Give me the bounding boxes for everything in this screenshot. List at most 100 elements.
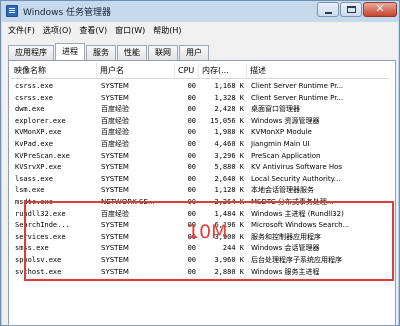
process-memory: 1,168 K <box>214 82 244 90</box>
column-header-memory[interactable]: 内存(... <box>199 63 247 79</box>
menu-options[interactable]: 选项(O) <box>43 25 72 36</box>
process-description: PreScan Application <box>251 151 321 160</box>
process-user: SYSTEM <box>101 82 129 90</box>
process-description: 桌面窗口管理器 <box>251 105 300 114</box>
column-header-image-name[interactable]: 映像名称 <box>11 63 97 79</box>
process-row[interactable]: smss.exe SYSTEM 00 244 K Windows 会话管理器 <box>11 243 391 255</box>
process-row[interactable]: dwm.exe 百度经验 00 2,428 K 桌面窗口管理器 <box>11 104 391 116</box>
process-name: rundll32.exe <box>15 209 66 218</box>
process-description: Windows 资源管理器 <box>251 116 320 125</box>
process-cpu: 00 <box>187 267 196 276</box>
process-name: dwm.exe <box>15 105 45 114</box>
column-header-user-name[interactable]: 用户名 <box>97 63 175 79</box>
process-name: services.exe <box>15 232 66 241</box>
maximize-button[interactable] <box>340 2 362 17</box>
menu-view[interactable]: 查看(V) <box>79 25 107 36</box>
column-headers: 映像名称 用户名 CPU 内存(... 描述 <box>11 63 391 79</box>
menu-help[interactable]: 帮助(H) <box>153 25 181 36</box>
menu-window[interactable]: 窗口(W) <box>115 25 145 36</box>
process-name: csrss.exe <box>15 93 53 102</box>
process-user: NETWORK SE... <box>101 197 155 206</box>
menu-bar: 文件(F) 选项(O) 查看(V) 窗口(W) 帮助(H) <box>2 22 398 38</box>
process-user: SYSTEM <box>101 221 129 230</box>
process-user: 百度经验 <box>101 209 129 218</box>
column-header-description[interactable]: 描述 <box>247 63 391 79</box>
process-row[interactable]: KVSrvXP.exe SYSTEM 00 5,880 K KV Antivirus S… <box>11 162 391 174</box>
process-user: SYSTEM <box>101 163 129 172</box>
process-memory: 3,960 K <box>214 255 244 264</box>
process-description: Windows 会话管理器 <box>251 244 320 253</box>
process-name: spoolsv.exe <box>15 255 62 264</box>
process-row[interactable]: csrss.exe SYSTEM 00 1,168 K Client Server Ru… <box>11 81 391 93</box>
process-memory: 1,328 K <box>214 93 244 102</box>
process-memory: 3,296 K <box>214 151 244 160</box>
process-row[interactable]: lsass.exe SYSTEM 00 2,640 K Local Security A… <box>11 174 391 186</box>
process-user: SYSTEM <box>101 232 129 241</box>
process-cpu: 00 <box>187 93 196 102</box>
process-memory: 244 K <box>222 244 244 253</box>
tab-applications[interactable]: 应用程序 <box>8 45 54 60</box>
tab-users[interactable]: 用户 <box>179 45 209 60</box>
process-description: 后台处理程序子系统应用程序 <box>251 255 342 264</box>
client-area: 应用程序 进程 服务 性能 联网 用户 映像名称 用户名 CPU 内存(... … <box>2 38 398 326</box>
process-description: Client Server Runtime Pr... <box>251 82 344 90</box>
process-user: 百度经验 <box>101 139 129 148</box>
process-cpu: 00 <box>187 151 196 160</box>
process-cpu: 00 <box>187 163 196 172</box>
window-title: Windows 任务管理器 <box>23 8 112 18</box>
process-memory: 15,056 K <box>210 116 244 125</box>
process-row[interactable]: svchost.exe SYSTEM 00 2,880 K Windows 服务主进程 <box>11 267 391 279</box>
tab-networking[interactable]: 联网 <box>148 45 178 60</box>
process-description: KV Antivirus Software Hos <box>251 163 343 172</box>
process-name: explorer.exe <box>15 116 66 125</box>
title-bar[interactable]: Windows 任务管理器 ✕ <box>1 1 399 21</box>
close-icon: ✕ <box>375 2 385 15</box>
process-memory: 1,484 K <box>214 209 244 218</box>
process-row[interactable]: KvPad.exe 百度经验 00 4,460 K Jiangmin Main UI <box>11 139 391 151</box>
process-row[interactable]: csrss.exe SYSTEM 00 1,328 K Client Server Ru… <box>11 93 391 105</box>
process-description: Windows 主进程 (Rundll32) <box>251 209 344 218</box>
process-cpu: 00 <box>187 82 196 90</box>
process-memory: 2,428 K <box>214 105 244 114</box>
process-row[interactable]: lsm.exe SYSTEM 00 1,128 K 本地会话管理器服务 <box>11 185 391 197</box>
column-header-cpu[interactable]: CPU <box>175 63 199 79</box>
process-memory: 5,880 K <box>214 163 244 172</box>
tab-processes[interactable]: 进程 <box>55 43 85 60</box>
close-button[interactable]: ✕ <box>363 2 397 17</box>
process-row[interactable]: explorer.exe 百度经验 00 15,056 K Windows 资源管理器 <box>11 116 391 128</box>
process-user: SYSTEM <box>101 186 129 195</box>
menu-file[interactable]: 文件(F) <box>8 25 35 36</box>
process-name: lsm.exe <box>15 186 45 195</box>
process-name: csrss.exe <box>15 82 53 90</box>
tab-services[interactable]: 服务 <box>86 45 116 60</box>
memory-annotation: 10M <box>187 221 228 243</box>
process-row[interactable]: msdtc.exe NETWORK SE... 00 2,264 K MSDTC 分布式… <box>11 197 391 209</box>
process-cpu: 00 <box>187 186 196 195</box>
process-row[interactable]: rundll32.exe 百度经验 00 1,484 K Windows 主进程 (Ru… <box>11 209 391 221</box>
process-user: SYSTEM <box>101 255 129 264</box>
tab-performance[interactable]: 性能 <box>117 45 147 60</box>
process-name: smss.exe <box>15 244 49 253</box>
vertical-scrollbar[interactable] <box>389 63 393 325</box>
process-description: Local Security Authority... <box>251 174 341 183</box>
process-name: svchost.exe <box>15 267 62 276</box>
minimize-button[interactable] <box>317 2 339 17</box>
process-user: SYSTEM <box>101 151 129 160</box>
process-name: msdtc.exe <box>15 197 53 206</box>
process-description: Client Server Runtime Pr... <box>251 93 344 102</box>
process-name: SearchInde... <box>15 221 70 230</box>
minimize-icon <box>325 12 332 14</box>
process-row[interactable]: KVPreScan.exe SYSTEM 00 3,296 K PreScan Appl… <box>11 151 391 163</box>
process-memory: 4,460 K <box>214 139 244 148</box>
process-list[interactable]: 映像名称 用户名 CPU 内存(... 描述 csrss.exe SYSTEM 00… <box>11 63 391 325</box>
process-description: MSDTC 分布式事务处理... <box>251 197 334 206</box>
process-row[interactable]: spoolsv.exe SYSTEM 00 3,960 K 后台处理程序子系统应用程序 <box>11 255 391 267</box>
process-memory: 2,264 K <box>214 197 244 206</box>
processes-panel: 映像名称 用户名 CPU 内存(... 描述 csrss.exe SYSTEM 00… <box>8 60 396 326</box>
process-description: 服务和控制器应用程序 <box>251 232 321 241</box>
process-user: SYSTEM <box>101 174 129 183</box>
process-name: KvPad.exe <box>15 139 53 148</box>
process-cpu: 00 <box>187 197 196 206</box>
process-row[interactable]: KVMonXP.exe 百度经验 00 1,988 K KVMonXP Module <box>11 127 391 139</box>
process-cpu: 00 <box>187 255 196 264</box>
